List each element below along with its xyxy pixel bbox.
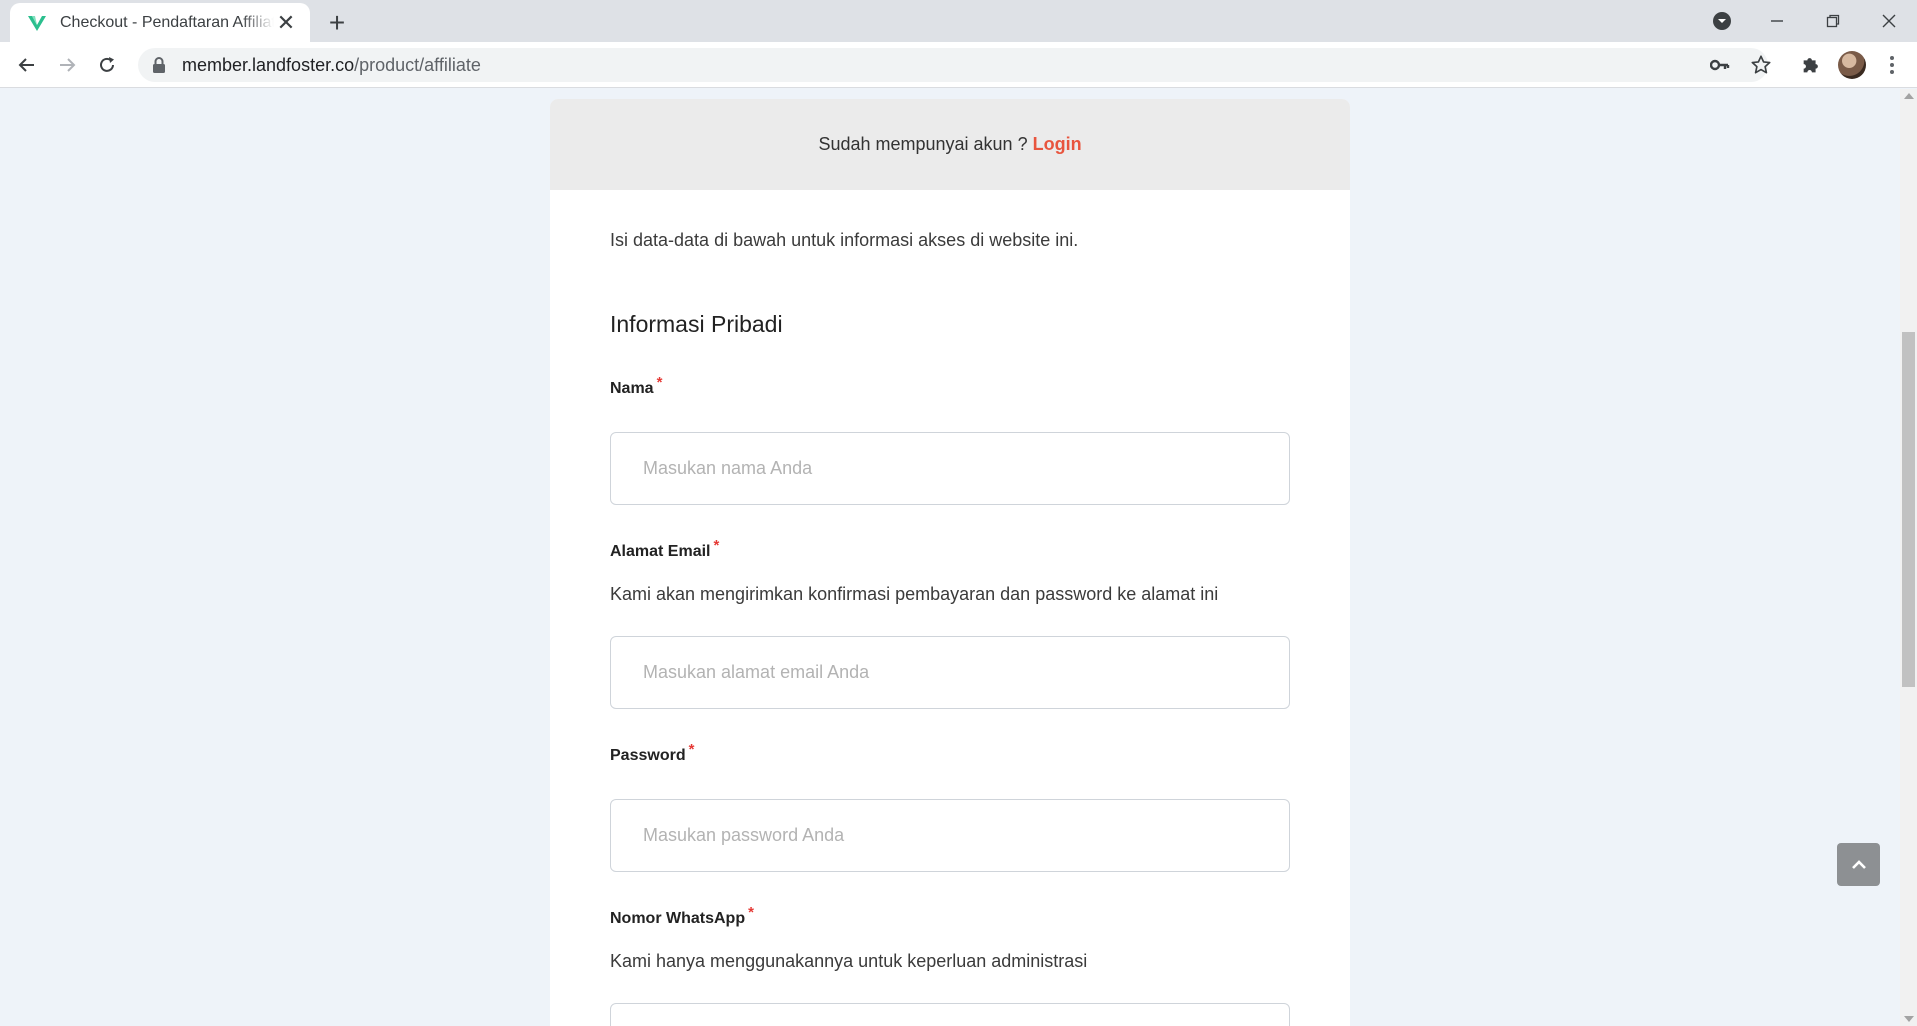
avatar[interactable] (1838, 51, 1866, 79)
password-label: Password * (610, 741, 694, 765)
page-viewport: Sudah mempunyai akun ? Login Isi data-da… (0, 89, 1900, 1026)
forward-arrow-icon[interactable] (52, 50, 82, 80)
email-label-text: Alamat Email (610, 543, 711, 560)
form-intro: Isi data-data di bawah untuk informasi a… (610, 230, 1079, 250)
password-label-text: Password (610, 747, 686, 764)
email-help-text: Kami akan mengirimkan konfirmasi pembaya… (610, 584, 1219, 604)
required-mark: * (656, 374, 663, 391)
chevron-up-icon (1851, 859, 1866, 869)
whatsapp-input[interactable] (610, 1003, 1290, 1026)
key-icon[interactable] (1709, 56, 1730, 79)
window-close-icon[interactable] (1874, 6, 1904, 36)
name-label-text: Nama (610, 380, 654, 397)
required-mark: * (748, 904, 754, 921)
login-prompt-bar: Sudah mempunyai akun ? Login (550, 99, 1350, 190)
email-input[interactable] (610, 636, 1290, 709)
required-mark: * (713, 537, 720, 554)
new-tab-button[interactable]: + (322, 8, 352, 38)
login-prompt-text: Sudah mempunyai akun ? (818, 134, 1028, 154)
landfoster-v-icon (28, 15, 46, 31)
puzzle-icon[interactable] (1800, 54, 1822, 81)
scroll-up-arrow-icon[interactable] (1904, 93, 1914, 99)
reload-icon[interactable] (92, 50, 122, 80)
tab-search-icon[interactable] (1710, 6, 1734, 36)
minimize-icon[interactable] (1762, 6, 1792, 36)
name-input[interactable] (610, 432, 1290, 505)
name-label: Nama * (610, 374, 662, 398)
restore-icon[interactable] (1818, 6, 1848, 36)
tab-close-icon[interactable]: ✕ (274, 11, 298, 35)
whatsapp-label-text: Nomor WhatsApp (610, 910, 746, 927)
tab-title: Checkout - Pendaftaran Affiliate (60, 13, 274, 31)
scroll-down-arrow-icon[interactable] (1904, 1016, 1914, 1022)
star-icon[interactable] (1750, 54, 1772, 81)
back-to-top-button[interactable] (1837, 843, 1880, 886)
lock-icon (153, 57, 165, 73)
password-input[interactable] (610, 799, 1290, 872)
email-label: Alamat Email * (610, 537, 719, 561)
back-arrow-icon[interactable] (12, 50, 42, 80)
browser-tab[interactable]: Checkout - Pendaftaran Affiliate ✕ (10, 3, 310, 42)
login-link[interactable]: Login (1033, 134, 1082, 155)
tab-strip: Checkout - Pendaftaran Affiliate ✕ + (0, 0, 1917, 42)
address-bar[interactable]: member.landfoster.co/product/affiliate (138, 48, 1768, 82)
whatsapp-label: Nomor WhatsApp * (610, 904, 754, 928)
kebab-menu-icon[interactable] (1880, 52, 1904, 78)
section-title: Informasi Pribadi (610, 311, 783, 337)
scroll-thumb[interactable] (1902, 332, 1915, 687)
whatsapp-help-text: Kami hanya menggunakannya untuk keperlua… (610, 951, 1088, 971)
url-path: /product/affiliate (354, 54, 481, 75)
checkout-card: Sudah mempunyai akun ? Login Isi data-da… (550, 99, 1350, 1026)
required-mark: * (688, 741, 695, 758)
url-host: member.landfoster.co (182, 54, 355, 75)
page-scrollbar[interactable] (1900, 89, 1917, 1026)
browser-toolbar: member.landfoster.co/product/affiliate (0, 42, 1917, 88)
